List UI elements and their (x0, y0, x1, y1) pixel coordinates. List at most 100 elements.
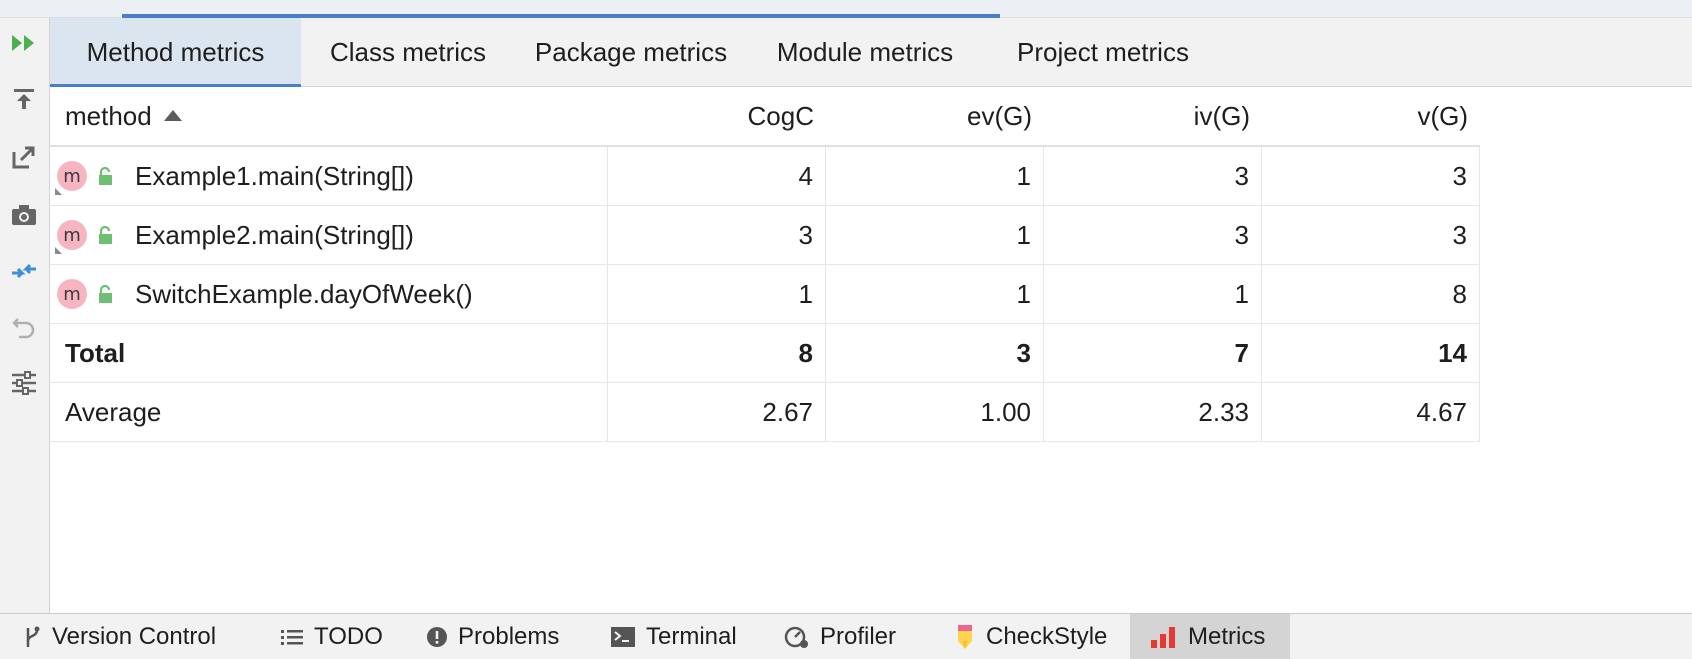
table-header: method CogC ev(G) iv(G) v(G) (50, 87, 1480, 147)
tab-label: Method metrics (86, 37, 265, 67)
evg-value: 1 (826, 147, 1044, 205)
method-badge-icon: m (55, 220, 87, 254)
ivg-average: 2.33 (1044, 383, 1262, 441)
method-badge-letter: m (63, 224, 81, 246)
tab-label: Project metrics (1017, 37, 1189, 67)
method-cell: m Example2.main(String[]) (50, 206, 608, 264)
column-header-method[interactable]: method (50, 87, 608, 145)
tab-label: Package metrics (534, 37, 728, 67)
method-badge-icon: m (55, 161, 87, 195)
ivg-value: 3 (1044, 206, 1262, 264)
tool-checkstyle[interactable]: CheckStyle (954, 614, 1107, 659)
settings-button[interactable] (7, 366, 41, 400)
public-lock-icon (97, 285, 113, 303)
method-cell: m SwitchExample.dayOfWeek() (50, 265, 608, 323)
tab-class-metrics[interactable]: Class metrics (301, 18, 515, 87)
run-icon (12, 35, 34, 51)
tool-terminal[interactable]: Terminal (610, 614, 737, 659)
snapshot-button[interactable] (7, 198, 41, 232)
tool-todo[interactable]: TODO (280, 614, 383, 659)
problems-icon (426, 626, 448, 648)
tool-label: Terminal (646, 623, 737, 650)
vg-value: 3 (1262, 147, 1480, 205)
override-marker-icon (55, 188, 62, 195)
public-lock-icon (97, 226, 113, 244)
run-button[interactable] (7, 26, 41, 60)
method-badge-letter: m (63, 283, 81, 305)
tool-profiler[interactable]: Profiler (784, 614, 896, 659)
tool-version-control[interactable]: Version Control (22, 614, 216, 659)
cogc-average: 2.67 (608, 383, 826, 441)
table-row[interactable]: m SwitchExample.dayOfWeek() 1 1 1 8 (50, 265, 1480, 324)
average-label: Average (50, 383, 608, 441)
cogc-value: 1 (608, 265, 826, 323)
left-toolbar (0, 18, 50, 613)
method-name: Example2.main(String[]) (135, 219, 414, 250)
export-icon (12, 146, 35, 169)
evg-value: 1 (826, 206, 1044, 264)
tool-label: TODO (314, 623, 383, 650)
vg-value: 8 (1262, 265, 1480, 323)
column-header-cogc[interactable]: CogC (608, 87, 826, 145)
column-header-label: ev(G) (967, 100, 1032, 131)
table-row[interactable]: m Example1.main(String[]) 4 1 3 3 (50, 147, 1480, 206)
column-header-evg[interactable]: ev(G) (826, 87, 1044, 145)
cogc-value: 3 (608, 206, 826, 264)
table-row[interactable]: m Example2.main(String[]) 3 1 3 3 (50, 206, 1480, 265)
vg-value: 3 (1262, 206, 1480, 264)
collapse-button[interactable] (7, 254, 41, 288)
ivg-total: 7 (1044, 324, 1262, 382)
tool-label: CheckStyle (986, 623, 1108, 650)
import-icon (14, 89, 34, 109)
column-header-label: method (65, 100, 152, 131)
evg-value: 1 (826, 265, 1044, 323)
tab-project-metrics[interactable]: Project metrics (983, 18, 1223, 87)
method-name: SwitchExample.dayOfWeek() (135, 278, 473, 309)
tool-problems[interactable]: Problems (426, 614, 559, 659)
tool-window-bar: Version Control TODO Problems Terminal P… (0, 613, 1692, 659)
camera-icon (12, 205, 36, 225)
tab-package-metrics[interactable]: Package metrics (515, 18, 747, 87)
sort-ascending-icon (163, 109, 182, 121)
metrics-icon (1150, 626, 1178, 648)
tab-module-metrics[interactable]: Module metrics (747, 18, 983, 87)
method-cell: m Example1.main(String[]) (50, 147, 608, 205)
column-header-label: iv(G) (1193, 100, 1250, 131)
undo-icon (12, 318, 35, 339)
cogc-total: 8 (608, 324, 826, 382)
metrics-tabs: Method metrics Class metrics Package met… (50, 18, 1692, 88)
settings-icon (12, 371, 36, 395)
metrics-table-panel: method CogC ev(G) iv(G) v(G) m Example1.… (50, 87, 1692, 613)
total-row[interactable]: Total 8 3 7 14 (50, 324, 1480, 383)
import-button[interactable] (7, 82, 41, 116)
evg-average: 1.00 (826, 383, 1044, 441)
column-header-ivg[interactable]: iv(G) (1044, 87, 1262, 145)
vg-average: 4.67 (1262, 383, 1480, 441)
method-name: Example1.main(String[]) (135, 160, 414, 191)
todo-icon (280, 627, 304, 647)
tool-label: Version Control (52, 623, 217, 650)
checkstyle-icon (954, 623, 976, 651)
cogc-value: 4 (608, 147, 826, 205)
override-marker-icon (55, 247, 62, 254)
export-button[interactable] (7, 140, 41, 174)
terminal-icon (610, 626, 636, 648)
tool-label: Metrics (1188, 623, 1266, 650)
public-lock-icon (97, 167, 113, 185)
column-header-label: v(G) (1417, 100, 1468, 131)
tab-label: Class metrics (329, 37, 486, 67)
total-label: Total (50, 324, 608, 382)
method-badge-letter: m (63, 165, 81, 187)
tab-method-metrics[interactable]: Method metrics (50, 18, 301, 88)
method-badge-icon: m (57, 279, 87, 309)
tool-label: Profiler (820, 623, 897, 650)
tool-metrics[interactable]: Metrics (1130, 614, 1290, 659)
collapse-icon (12, 263, 36, 279)
column-header-vg[interactable]: v(G) (1262, 87, 1480, 145)
version-control-icon (22, 625, 42, 649)
undo-button[interactable] (7, 310, 41, 344)
tab-label: Module metrics (776, 37, 954, 67)
column-header-label: CogC (747, 100, 814, 131)
average-row[interactable]: Average 2.67 1.00 2.33 4.67 (50, 383, 1480, 442)
evg-total: 3 (826, 324, 1044, 382)
